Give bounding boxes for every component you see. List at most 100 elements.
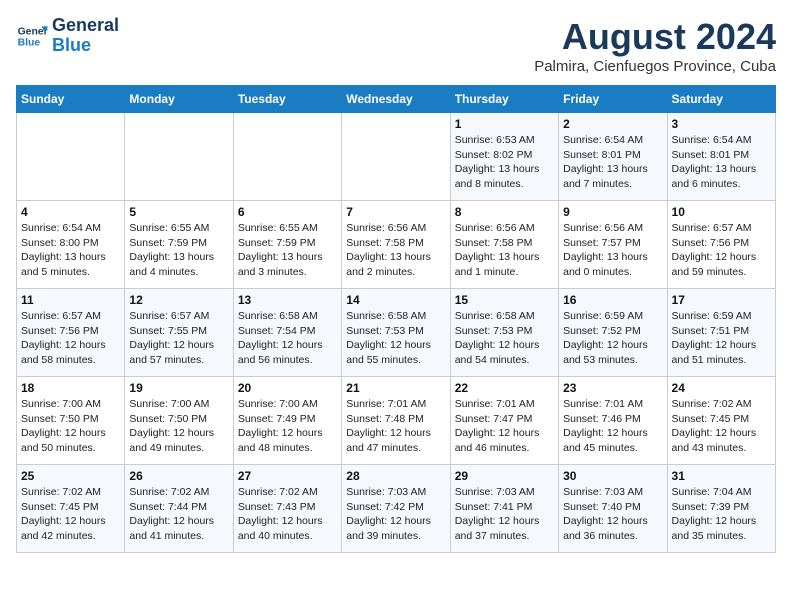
day-cell: 13 Sunrise: 6:58 AM Sunset: 7:54 PM Dayli… (233, 289, 341, 377)
day-info: Sunrise: 7:02 AM Sunset: 7:43 PM Dayligh… (238, 485, 337, 544)
day-cell: 7Sunrise: 6:56 AM Sunset: 7:58 PM Daylig… (342, 201, 450, 289)
day-cell: 12 Sunrise: 6:57 AM Sunset: 7:55 PM Dayli… (125, 289, 233, 377)
logo-text-general: General (52, 16, 119, 36)
day-number: 24 (672, 381, 771, 395)
day-info: Sunrise: 7:01 AM Sunset: 7:47 PM Dayligh… (455, 397, 554, 456)
day-cell: 26 Sunrise: 7:02 AM Sunset: 7:44 PM Dayli… (125, 465, 233, 553)
day-info: Sunrise: 6:57 AM Sunset: 7:56 PM Dayligh… (21, 309, 120, 368)
day-cell: 21 Sunrise: 7:01 AM Sunset: 7:48 PM Dayli… (342, 377, 450, 465)
day-number: 29 (455, 469, 554, 483)
day-number: 5 (129, 205, 228, 219)
day-cell: 3Sunrise: 6:54 AM Sunset: 8:01 PM Daylig… (667, 113, 775, 201)
day-number: 26 (129, 469, 228, 483)
day-number: 13 (238, 293, 337, 307)
week-row-2: 4Sunrise: 6:54 AM Sunset: 8:00 PM Daylig… (17, 201, 776, 289)
day-cell: 31Sunrise: 7:04 AM Sunset: 7:39 PM Dayli… (667, 465, 775, 553)
day-cell: 28 Sunrise: 7:03 AM Sunset: 7:42 PM Dayli… (342, 465, 450, 553)
day-cell: 19 Sunrise: 7:00 AM Sunset: 7:50 PM Dayli… (125, 377, 233, 465)
day-cell: 16 Sunrise: 6:59 AM Sunset: 7:52 PM Dayli… (559, 289, 667, 377)
day-info: Sunrise: 6:58 AM Sunset: 7:54 PM Dayligh… (238, 309, 337, 368)
day-info: Sunrise: 7:00 AM Sunset: 7:49 PM Dayligh… (238, 397, 337, 456)
day-number: 8 (455, 205, 554, 219)
day-info: Sunrise: 7:03 AM Sunset: 7:40 PM Dayligh… (563, 485, 662, 544)
logo-icon: General Blue (16, 20, 48, 52)
day-info: Sunrise: 7:02 AM Sunset: 7:45 PM Dayligh… (672, 397, 771, 456)
day-number: 11 (21, 293, 120, 307)
day-number: 2 (563, 117, 662, 131)
day-cell: 4Sunrise: 6:54 AM Sunset: 8:00 PM Daylig… (17, 201, 125, 289)
day-number: 17 (672, 293, 771, 307)
day-number: 21 (346, 381, 445, 395)
calendar-table: SundayMondayTuesdayWednesdayThursdayFrid… (16, 85, 776, 553)
week-row-3: 11 Sunrise: 6:57 AM Sunset: 7:56 PM Dayli… (17, 289, 776, 377)
day-number: 19 (129, 381, 228, 395)
day-number: 30 (563, 469, 662, 483)
day-info: Sunrise: 6:55 AM Sunset: 7:59 PM Dayligh… (129, 221, 228, 280)
day-info: Sunrise: 6:54 AM Sunset: 8:01 PM Dayligh… (563, 133, 662, 192)
day-info: Sunrise: 7:03 AM Sunset: 7:42 PM Dayligh… (346, 485, 445, 544)
day-cell: 22 Sunrise: 7:01 AM Sunset: 7:47 PM Dayli… (450, 377, 558, 465)
day-number: 28 (346, 469, 445, 483)
day-info: Sunrise: 6:57 AM Sunset: 7:55 PM Dayligh… (129, 309, 228, 368)
day-info: Sunrise: 6:56 AM Sunset: 7:58 PM Dayligh… (455, 221, 554, 280)
day-cell: 17 Sunrise: 6:59 AM Sunset: 7:51 PM Dayli… (667, 289, 775, 377)
day-cell: 8 Sunrise: 6:56 AM Sunset: 7:58 PM Daylig… (450, 201, 558, 289)
day-info: Sunrise: 6:57 AM Sunset: 7:56 PM Dayligh… (672, 221, 771, 280)
week-row-1: 1Sunrise: 6:53 AM Sunset: 8:02 PM Daylig… (17, 113, 776, 201)
day-number: 7 (346, 205, 445, 219)
day-info: Sunrise: 7:02 AM Sunset: 7:45 PM Dayligh… (21, 485, 120, 544)
day-cell: 27 Sunrise: 7:02 AM Sunset: 7:43 PM Dayli… (233, 465, 341, 553)
day-cell: 14 Sunrise: 6:58 AM Sunset: 7:53 PM Dayli… (342, 289, 450, 377)
header: General Blue General Blue August 2024 Pa… (16, 16, 776, 75)
header-saturday: Saturday (667, 86, 775, 113)
day-number: 22 (455, 381, 554, 395)
day-number: 12 (129, 293, 228, 307)
day-cell: 10Sunrise: 6:57 AM Sunset: 7:56 PM Dayli… (667, 201, 775, 289)
day-cell (233, 113, 341, 201)
day-number: 3 (672, 117, 771, 131)
day-number: 1 (455, 117, 554, 131)
calendar-title: August 2024 (534, 16, 776, 58)
day-number: 14 (346, 293, 445, 307)
day-number: 27 (238, 469, 337, 483)
day-info: Sunrise: 7:03 AM Sunset: 7:41 PM Dayligh… (455, 485, 554, 544)
day-info: Sunrise: 6:54 AM Sunset: 8:00 PM Dayligh… (21, 221, 120, 280)
day-info: Sunrise: 7:00 AM Sunset: 7:50 PM Dayligh… (129, 397, 228, 456)
day-info: Sunrise: 6:58 AM Sunset: 7:53 PM Dayligh… (455, 309, 554, 368)
day-number: 23 (563, 381, 662, 395)
day-info: Sunrise: 7:04 AM Sunset: 7:39 PM Dayligh… (672, 485, 771, 544)
title-area: August 2024 Palmira, Cienfuegos Province… (534, 16, 776, 75)
calendar-header: SundayMondayTuesdayWednesdayThursdayFrid… (17, 86, 776, 113)
header-thursday: Thursday (450, 86, 558, 113)
day-number: 6 (238, 205, 337, 219)
day-cell: 30 Sunrise: 7:03 AM Sunset: 7:40 PM Dayli… (559, 465, 667, 553)
day-cell: 29 Sunrise: 7:03 AM Sunset: 7:41 PM Dayli… (450, 465, 558, 553)
header-row: SundayMondayTuesdayWednesdayThursdayFrid… (17, 86, 776, 113)
logo-text-blue: Blue (52, 36, 119, 56)
day-number: 9 (563, 205, 662, 219)
header-monday: Monday (125, 86, 233, 113)
day-info: Sunrise: 7:02 AM Sunset: 7:44 PM Dayligh… (129, 485, 228, 544)
calendar-subtitle: Palmira, Cienfuegos Province, Cuba (534, 58, 776, 75)
day-cell: 18Sunrise: 7:00 AM Sunset: 7:50 PM Dayli… (17, 377, 125, 465)
week-row-4: 18 Sunrise: 7:00 AM Sunset: 7:50 PM Dayli… (17, 377, 776, 465)
day-cell: 15Sunrise: 6:58 AM Sunset: 7:53 PM Dayli… (450, 289, 558, 377)
day-info: Sunrise: 6:59 AM Sunset: 7:52 PM Dayligh… (563, 309, 662, 368)
day-cell: 1Sunrise: 6:53 AM Sunset: 8:02 PM Daylig… (450, 113, 558, 201)
day-info: Sunrise: 6:58 AM Sunset: 7:53 PM Dayligh… (346, 309, 445, 368)
day-cell (342, 113, 450, 201)
day-cell: 24 Sunrise: 7:02 AM Sunset: 7:45 PM Dayli… (667, 377, 775, 465)
day-info: Sunrise: 6:56 AM Sunset: 7:57 PM Dayligh… (563, 221, 662, 280)
header-wednesday: Wednesday (342, 86, 450, 113)
week-row-5: 25Sunrise: 7:02 AM Sunset: 7:45 PM Dayli… (17, 465, 776, 553)
day-info: Sunrise: 6:55 AM Sunset: 7:59 PM Dayligh… (238, 221, 337, 280)
day-cell (17, 113, 125, 201)
day-number: 20 (238, 381, 337, 395)
day-info: Sunrise: 7:01 AM Sunset: 7:48 PM Dayligh… (346, 397, 445, 456)
day-cell: 25Sunrise: 7:02 AM Sunset: 7:45 PM Dayli… (17, 465, 125, 553)
day-number: 18 (21, 381, 120, 395)
logo: General Blue General Blue (16, 16, 119, 56)
header-tuesday: Tuesday (233, 86, 341, 113)
day-info: Sunrise: 6:59 AM Sunset: 7:51 PM Dayligh… (672, 309, 771, 368)
day-number: 16 (563, 293, 662, 307)
